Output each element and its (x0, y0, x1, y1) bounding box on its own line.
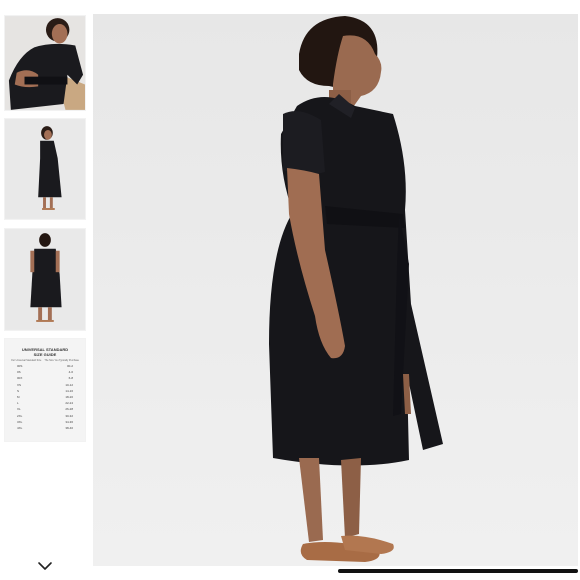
image-scrollbar[interactable] (93, 569, 578, 574)
size-guide-us-size: 4XL (17, 426, 23, 431)
size-guide-table: 00S 00-2 0S 4-6 00X 6-8 XS 10-12 S 14-16 M 18-20 L 22… (5, 363, 85, 431)
thumbnail-front[interactable] (4, 118, 86, 220)
back-photo (5, 229, 85, 330)
scrollbar-thumb[interactable] (338, 569, 578, 573)
thumbnail-back[interactable] (4, 228, 86, 331)
main-product-image (93, 14, 578, 566)
size-guide-typical-size: 38-40 (65, 426, 73, 431)
chevron-down-icon[interactable] (34, 558, 56, 574)
model-photo (93, 14, 578, 566)
size-guide-row: 4XL 38-40 (5, 425, 85, 431)
front-photo (5, 119, 85, 219)
thumbnail-closeup[interactable] (4, 15, 86, 111)
closeup-photo (5, 16, 85, 110)
thumbnail-size-guide[interactable]: UNIVERSAL STANDARD SIZE GUIDE Our Univer… (4, 338, 86, 442)
thumbnail-strip: UNIVERSAL STANDARD SIZE GUIDE Our Univer… (0, 0, 92, 580)
size-guide-col-left: Our Universal Standard Size (11, 359, 42, 362)
size-guide-col-right: The Size You Typically Purchase (44, 359, 79, 362)
